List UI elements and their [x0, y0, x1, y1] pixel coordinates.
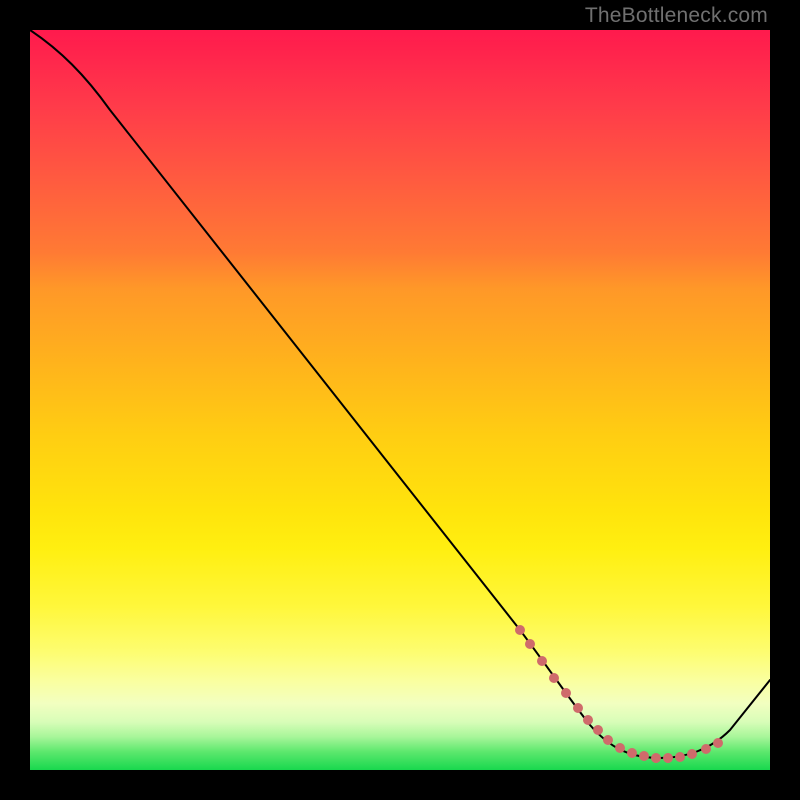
valley-marker [701, 744, 711, 754]
valley-marker [583, 715, 593, 725]
valley-marker [713, 738, 723, 748]
watermark-text: TheBottleneck.com [585, 4, 768, 28]
valley-marker [639, 751, 649, 761]
valley-marker [549, 673, 559, 683]
valley-marker [603, 735, 613, 745]
valley-marker [675, 752, 685, 762]
valley-marker [561, 688, 571, 698]
bottleneck-curve [30, 30, 770, 758]
valley-marker [515, 625, 525, 635]
valley-marker [537, 656, 547, 666]
plot-area [30, 30, 770, 770]
valley-marker [627, 748, 637, 758]
valley-marker [651, 753, 661, 763]
valley-marker [573, 703, 583, 713]
valley-marker [593, 725, 603, 735]
valley-marker [525, 639, 535, 649]
valley-marker [615, 743, 625, 753]
valley-markers [515, 625, 723, 763]
chart-frame: TheBottleneck.com [0, 0, 800, 800]
valley-marker [663, 753, 673, 763]
valley-marker [687, 749, 697, 759]
curve-svg [30, 30, 770, 770]
